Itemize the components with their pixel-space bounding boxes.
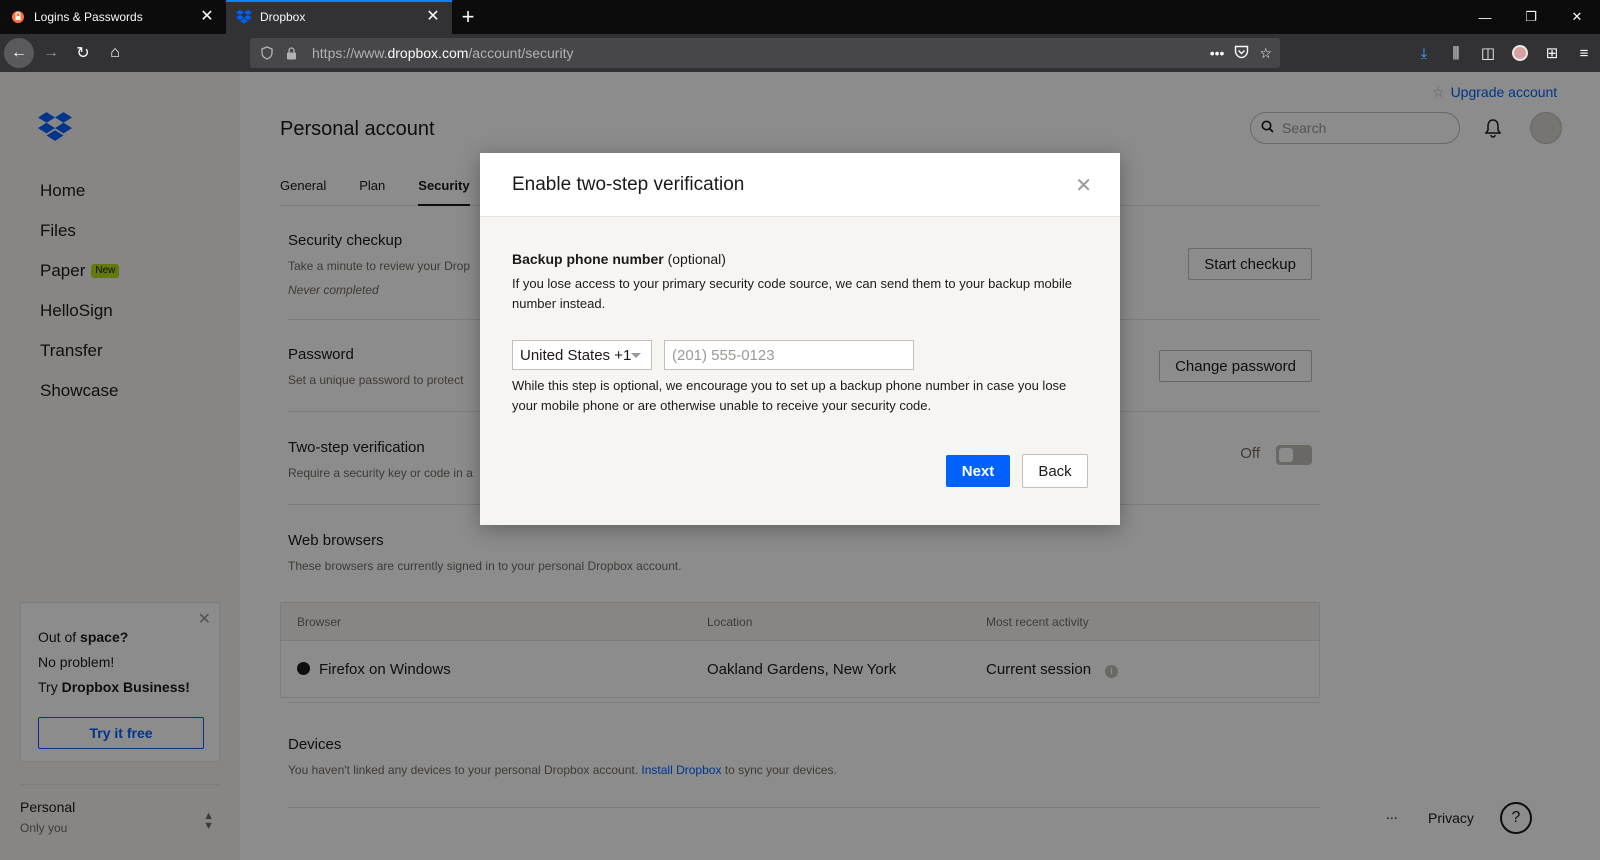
- backup-phone-label: Backup phone number (optional): [512, 251, 726, 267]
- modal-actions: Next Back: [946, 454, 1088, 488]
- back-icon[interactable]: ←: [4, 38, 34, 68]
- pocket-icon[interactable]: [1234, 45, 1249, 62]
- browser-tools: ⤓ ⫼ ◫ ⊞ ≡: [1408, 34, 1600, 72]
- two-step-modal: Enable two-step verification ✕ Backup ph…: [480, 153, 1120, 525]
- browser-tab-bar: Logins & Passwords ✕ Dropbox ✕ + — ❐ ✕: [0, 0, 1600, 34]
- minimize-icon[interactable]: —: [1462, 0, 1508, 34]
- phone-row: United States +1: [512, 340, 1088, 370]
- url-text: https://www.dropbox.com/account/security: [312, 45, 574, 61]
- download-icon[interactable]: ⤓: [1408, 37, 1440, 69]
- sidebar-icon[interactable]: ◫: [1472, 37, 1504, 69]
- extensions-icon[interactable]: ⊞: [1536, 37, 1568, 69]
- new-tab-icon[interactable]: +: [452, 0, 484, 34]
- modal-title: Enable two-step verification: [512, 173, 745, 195]
- modal-header: Enable two-step verification ✕: [480, 153, 1120, 217]
- tab-logins[interactable]: Logins & Passwords ✕: [0, 0, 226, 34]
- bookmark-star-icon[interactable]: ☆: [1259, 45, 1272, 62]
- lock-icon[interactable]: [280, 46, 302, 60]
- modal-body: Backup phone number (optional) If you lo…: [480, 217, 1120, 416]
- url-bar[interactable]: https://www.dropbox.com/account/security…: [250, 38, 1280, 68]
- close-icon[interactable]: ✕: [1075, 173, 1092, 198]
- tab-title: Logins & Passwords: [34, 10, 143, 24]
- shield-icon[interactable]: [256, 46, 278, 60]
- menu-icon[interactable]: ≡: [1568, 37, 1600, 69]
- tab-title: Dropbox: [260, 10, 306, 24]
- lockwise-icon: [10, 9, 26, 25]
- tab-dropbox[interactable]: Dropbox ✕: [226, 0, 452, 34]
- back-button[interactable]: Back: [1022, 454, 1088, 488]
- page-actions-icon[interactable]: •••: [1210, 45, 1225, 61]
- phone-input[interactable]: [664, 340, 914, 370]
- close-tab-icon[interactable]: ✕: [424, 8, 442, 26]
- account-avatar-icon[interactable]: [1504, 37, 1536, 69]
- dropbox-favicon-icon: [236, 9, 252, 25]
- forward-icon[interactable]: →: [36, 38, 66, 68]
- window-controls: — ❐ ✕: [1462, 0, 1600, 34]
- reload-icon[interactable]: ↻: [68, 38, 98, 68]
- home-icon[interactable]: ⌂: [100, 38, 130, 68]
- library-icon[interactable]: ⫼: [1440, 37, 1472, 69]
- next-button[interactable]: Next: [946, 455, 1010, 487]
- close-tab-icon[interactable]: ✕: [198, 8, 216, 26]
- restore-icon[interactable]: ❐: [1508, 0, 1554, 34]
- backup-phone-note: While this step is optional, we encourag…: [512, 378, 1067, 413]
- close-window-icon[interactable]: ✕: [1554, 0, 1600, 34]
- country-select[interactable]: United States +1: [512, 340, 652, 370]
- browser-toolbar: ← → ↻ ⌂ https://www.dropbox.com/account/…: [0, 34, 1600, 72]
- backup-phone-desc: If you lose access to your primary secur…: [512, 276, 1072, 311]
